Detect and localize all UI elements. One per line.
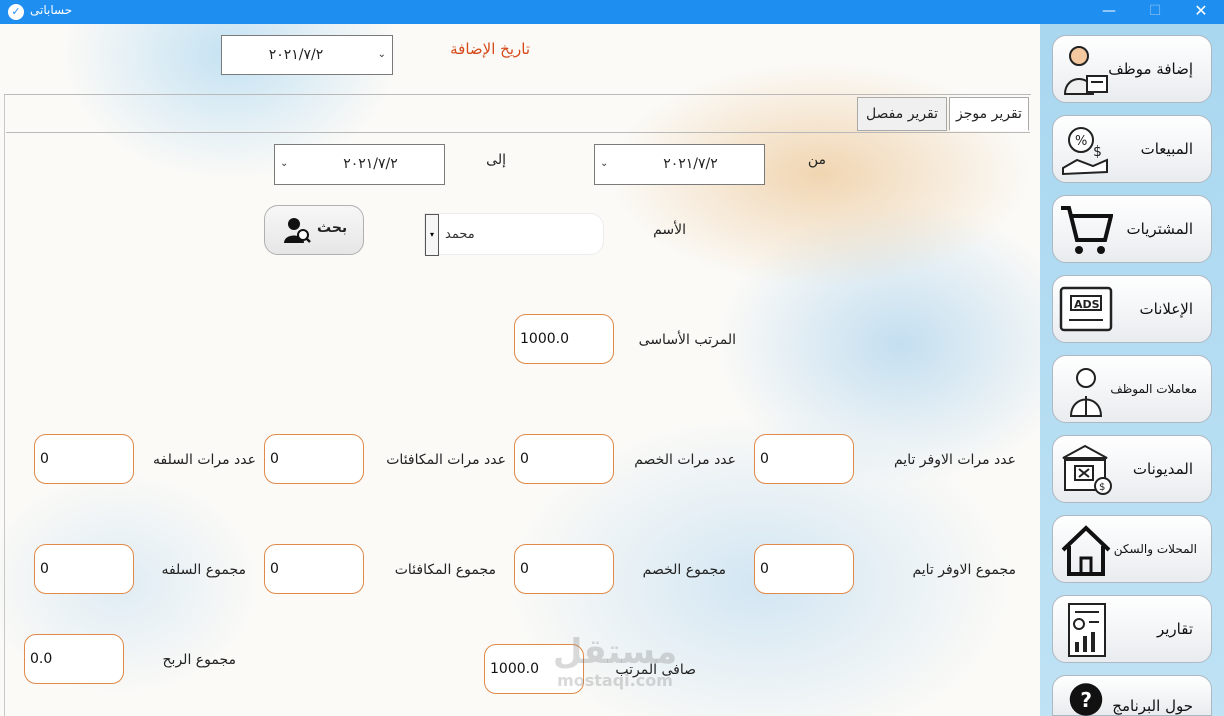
basic-salary-label: المرتب الأساسى (638, 332, 736, 348)
add-employee-icon (1063, 46, 1108, 95)
svg-text:%: % (1075, 134, 1087, 149)
bonus-total-field[interactable]: 0 (264, 544, 364, 594)
house-icon (1061, 525, 1111, 576)
advance-count-field[interactable]: 0 (34, 434, 134, 484)
search-label: بحث (317, 220, 348, 236)
watermark-latin: mostaqi.com (557, 671, 673, 690)
sidebar-item-label: المبيعات (1140, 140, 1193, 158)
bonus-total-label: مجموع المكافئات (394, 562, 496, 578)
sidebar-item-sales[interactable]: % $ المبيعات (1052, 115, 1212, 183)
bonus-count-label: عدد مرات المكافئات (386, 452, 506, 468)
sidebar-item-label: المشتريات (1126, 220, 1193, 238)
sidebar-item-add-employee[interactable]: إضافة موظف (1052, 35, 1212, 103)
from-date-picker[interactable]: ⌄ ٢٠٢١/٧/٢ (594, 144, 765, 185)
advance-total-label: مجموع السلفه (161, 562, 246, 578)
name-label: الأسم (653, 222, 686, 238)
reports-icon (1068, 603, 1106, 657)
bonus-count-field[interactable]: 0 (264, 434, 364, 484)
chevron-down-icon: ⌄ (377, 49, 386, 60)
sidebar-item-employee-transactions[interactable]: معاملات الموظف (1052, 355, 1212, 423)
profit-total-label: مجموع الربح (162, 652, 236, 668)
cart-icon (1061, 206, 1113, 254)
overtime-count-field[interactable]: 0 (754, 434, 854, 484)
advance-total-field[interactable]: 0 (34, 544, 134, 594)
sidebar-item-reports[interactable]: تقارير (1052, 595, 1212, 663)
addition-date-label: تاريخ الإضافة (450, 40, 530, 58)
svg-text:$: $ (1093, 144, 1102, 160)
overtime-count-label: عدد مرات الاوفر تايم (893, 452, 1016, 468)
chevron-down-icon: ⌄ (600, 158, 609, 169)
deduction-count-field[interactable]: 0 (514, 434, 614, 484)
to-date-value: ٢٠٢١/٧/٢ (343, 156, 398, 172)
sidebar-item-about[interactable]: ? حول البرنامج (1052, 675, 1212, 716)
svg-text:?: ? (1080, 688, 1092, 712)
sidebar-item-label: الإعلانات (1139, 300, 1194, 318)
svg-text:ADS: ADS (1074, 298, 1100, 311)
question-icon: ? (1069, 683, 1103, 716)
sidebar-item-label: حول البرنامج (1112, 697, 1193, 715)
sidebar-item-label: معاملات الموظف (1110, 382, 1197, 396)
basic-salary-field[interactable]: 1000.0 (514, 314, 614, 364)
profit-total-field[interactable]: 0.0 (24, 634, 124, 684)
ads-icon: ADS (1059, 286, 1113, 332)
tab-divider (6, 132, 1030, 133)
advance-count-label: عدد مرات السلفه (153, 452, 256, 468)
svg-text:$: $ (1099, 482, 1105, 493)
report-panel (4, 94, 1031, 716)
maximize-button[interactable]: ☐ (1132, 0, 1178, 24)
sidebar-item-label: إضافة موظف (1108, 60, 1193, 78)
to-date-picker[interactable]: ⌄ ٢٠٢١/٧/٢ (274, 144, 445, 185)
sidebar-item-purchases[interactable]: المشتريات (1052, 195, 1212, 263)
close-button[interactable]: ✕ (1178, 0, 1224, 24)
deduction-count-label: عدد مرات الخصم (634, 452, 736, 468)
overtime-total-label: مجموع الاوفر تايم (912, 562, 1016, 578)
sidebar-item-shops-housing[interactable]: المحلات والسكن (1052, 515, 1212, 583)
sidebar-item-label: المديونات (1132, 460, 1193, 478)
name-combo[interactable]: ▾ محمد (424, 213, 604, 256)
user-search-icon (284, 218, 311, 243)
deduction-total-field[interactable]: 0 (514, 544, 614, 594)
watermark: مستقل mostaqi.com (540, 632, 690, 690)
addition-date-picker[interactable]: ٢٠٢١/٧/٢ ⌄ (221, 35, 393, 75)
minimize-button[interactable]: — (1086, 0, 1132, 24)
sidebar-item-label: المحلات والسكن (1113, 542, 1197, 556)
watermark-arabic: مستقل (552, 632, 678, 672)
app-check-icon: ✓ (8, 4, 24, 20)
from-date-value: ٢٠٢١/٧/٢ (663, 156, 718, 172)
tab-summary-report[interactable]: تقرير موجز (949, 97, 1029, 131)
title-bar: ✓ حساباتى — ☐ ✕ (0, 0, 1224, 24)
sidebar-item-debts[interactable]: $ المديونات (1052, 435, 1212, 503)
debts-icon: $ (1062, 444, 1112, 495)
chevron-down-icon: ⌄ (280, 158, 289, 169)
deduction-total-label: مجموع الخصم (642, 562, 726, 578)
addition-date-value: ٢٠٢١/٧/٢ (268, 47, 324, 63)
from-label: من (807, 152, 826, 168)
overtime-total-field[interactable]: 0 (754, 544, 854, 594)
dropdown-arrow-icon[interactable]: ▾ (425, 214, 439, 256)
window-title: حساباتى (30, 3, 73, 17)
to-label: إلى (486, 152, 506, 168)
tab-detailed-report[interactable]: تقرير مفصل (857, 97, 947, 131)
sidebar-item-ads[interactable]: ADS الإعلانات (1052, 275, 1212, 343)
name-value: محمد (445, 227, 475, 242)
search-button[interactable]: بحث (264, 205, 364, 255)
employee-transactions-icon (1069, 368, 1103, 417)
sidebar-item-label: تقارير (1156, 620, 1193, 638)
sales-icon: % $ (1062, 127, 1108, 176)
